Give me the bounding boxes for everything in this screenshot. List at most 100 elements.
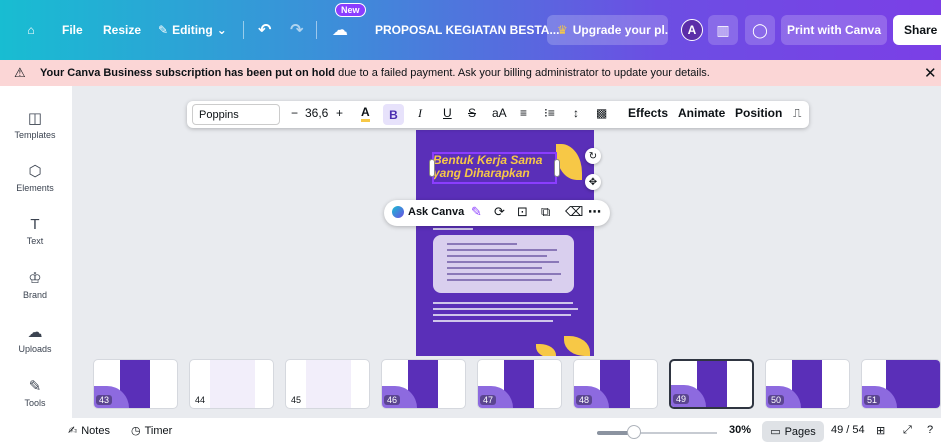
pages-button[interactable]: ▭ Pages — [762, 421, 824, 442]
notes-label: Notes — [81, 424, 110, 437]
share-button[interactable]: Share — [893, 15, 941, 45]
sidebar-item-tools[interactable]: ✎ Tools — [0, 376, 70, 408]
insights-button[interactable]: ▥ — [708, 15, 738, 45]
sidebar-item-label: Brand — [22, 290, 48, 300]
home-button[interactable]: ⌂ — [18, 15, 44, 45]
animate-button[interactable]: Animate — [678, 106, 725, 120]
resize-handle-right[interactable] — [554, 159, 560, 177]
letter-case-button[interactable]: aA — [492, 106, 507, 120]
text-line — [447, 255, 547, 257]
content-box[interactable] — [433, 235, 574, 293]
increase-size-button[interactable]: + — [336, 106, 343, 120]
grid-view-icon[interactable]: ⊞ — [876, 424, 885, 437]
bold-button[interactable]: B — [383, 104, 404, 125]
list-button[interactable]: ⁝≡ — [544, 106, 555, 120]
editing-mode-dropdown[interactable]: ✎ Editing ⌄ — [158, 15, 227, 45]
font-selector[interactable]: Poppins — [192, 104, 280, 125]
ask-canva-button[interactable]: Ask Canva — [392, 206, 464, 218]
divider — [316, 21, 317, 39]
upgrade-button[interactable]: ♛ Upgrade your pl... — [547, 15, 668, 45]
lock-icon[interactable]: ⊡ — [517, 204, 528, 220]
notes-icon: ✍ — [68, 425, 78, 437]
strikethrough-button[interactable]: S — [468, 106, 476, 120]
help-icon[interactable]: ? — [927, 424, 933, 436]
text-color-button[interactable]: A — [361, 106, 370, 122]
warning-icon: ⚠ — [14, 65, 26, 80]
underline-button[interactable]: U — [443, 106, 452, 120]
fullscreen-icon[interactable]: ⤢ — [903, 424, 912, 437]
undo-button[interactable]: ↶ — [258, 15, 271, 45]
notes-button[interactable]: ✍ Notes — [68, 424, 110, 438]
comment-icon: ◯ — [752, 21, 768, 38]
elements-icon: ⬡ — [28, 163, 42, 180]
decrease-size-button[interactable]: − — [291, 106, 298, 120]
rotate-handle[interactable]: ↻ — [585, 148, 601, 164]
magic-wand-icon[interactable]: ✎ — [471, 204, 482, 220]
thumbnail-preview — [306, 360, 351, 408]
page-number: 45 — [291, 395, 302, 405]
timer-button[interactable]: ◷ Timer — [131, 424, 172, 438]
text-line — [433, 308, 578, 310]
sidebar-item-text[interactable]: T Text — [0, 214, 70, 246]
pencil-icon: ✎ — [158, 23, 169, 37]
alert-bold-text: Your Canva Business subscription has bee… — [40, 67, 336, 79]
page-thumbnail[interactable]: 51 — [861, 359, 941, 409]
element-context-menu: Ask Canva ✎ ⟳ ⊡ ⧉ ⌫ ⋯ — [384, 200, 610, 226]
duplicate-icon[interactable]: ⧉ — [541, 204, 550, 220]
text-line — [447, 279, 552, 281]
editing-label: Editing — [172, 23, 213, 37]
page-thumbnail[interactable]: 44 — [189, 359, 274, 409]
font-size-input[interactable]: 36,6 — [305, 106, 328, 120]
canva-ai-icon — [392, 206, 404, 218]
bar-chart-icon: ▥ — [716, 21, 730, 38]
zoom-slider-handle[interactable] — [627, 425, 641, 439]
effects-button[interactable]: Effects — [628, 106, 668, 120]
align-button[interactable]: ≡ — [520, 106, 527, 120]
avatar[interactable]: A — [681, 19, 703, 41]
zoom-level[interactable]: 30% — [729, 424, 751, 436]
page-thumbnail[interactable]: 47 — [477, 359, 562, 409]
paint-roller-icon[interactable]: ⎍ — [793, 106, 801, 121]
more-options-icon[interactable]: ⋯ — [588, 204, 601, 220]
move-handle[interactable]: ✥ — [585, 174, 601, 190]
file-menu[interactable]: File — [62, 15, 83, 45]
close-icon[interactable]: ✕ — [924, 64, 937, 82]
sidebar-item-templates[interactable]: ◫ Templates — [0, 108, 70, 140]
sidebar-item-brand[interactable]: ♔ Brand — [0, 268, 70, 300]
page-thumbnail[interactable]: 46 — [381, 359, 466, 409]
timer-icon: ◷ — [131, 425, 141, 437]
sidebar-item-label: Text — [26, 236, 44, 246]
alert-rest-text: due to a failed payment. Ask your billin… — [335, 67, 710, 79]
text-line — [447, 243, 517, 245]
page-thumbnail[interactable]: 50 — [765, 359, 850, 409]
italic-button[interactable]: I — [418, 106, 422, 121]
save-status-button[interactable]: ☁ — [332, 15, 348, 45]
comments-button[interactable]: ◯ — [745, 15, 775, 45]
resize-menu[interactable]: Resize — [103, 15, 141, 45]
sidebar-item-uploads[interactable]: ☁ Uploads — [0, 322, 70, 354]
sidebar-item-elements[interactable]: ⬡ Elements — [0, 161, 70, 193]
document-title[interactable]: PROPOSAL KEGIATAN BESTA... — [375, 15, 559, 45]
text-icon: T — [30, 216, 40, 233]
text-selection-box[interactable] — [432, 152, 557, 184]
trash-icon[interactable]: ⌫ — [565, 204, 583, 220]
comment-add-icon[interactable]: ⟳ — [494, 204, 505, 220]
page-thumbnail[interactable]: 43 — [93, 359, 178, 409]
upload-icon: ☁ — [27, 324, 43, 341]
transparency-icon[interactable]: ▩ — [596, 106, 607, 120]
resize-handle-left[interactable] — [429, 159, 435, 177]
redo-icon: ↷ — [290, 22, 304, 39]
page-thumbnail-selected[interactable]: 49 — [669, 359, 754, 409]
page-thumbnail[interactable]: 48 — [573, 359, 658, 409]
page-number: 44 — [195, 395, 206, 405]
cloud-check-icon: ☁ — [332, 22, 348, 39]
page-thumbnail[interactable]: 45 — [285, 359, 370, 409]
print-with-canva-button[interactable]: Print with Canva — [781, 15, 887, 45]
spacing-button[interactable]: ↕ — [573, 106, 579, 120]
tools-icon: ✎ — [28, 378, 42, 395]
redo-button[interactable]: ↷ — [290, 15, 303, 45]
sidebar-item-label: Elements — [16, 183, 54, 193]
position-button[interactable]: Position — [735, 106, 782, 120]
text-line — [433, 314, 571, 316]
new-badge: New — [335, 3, 366, 17]
